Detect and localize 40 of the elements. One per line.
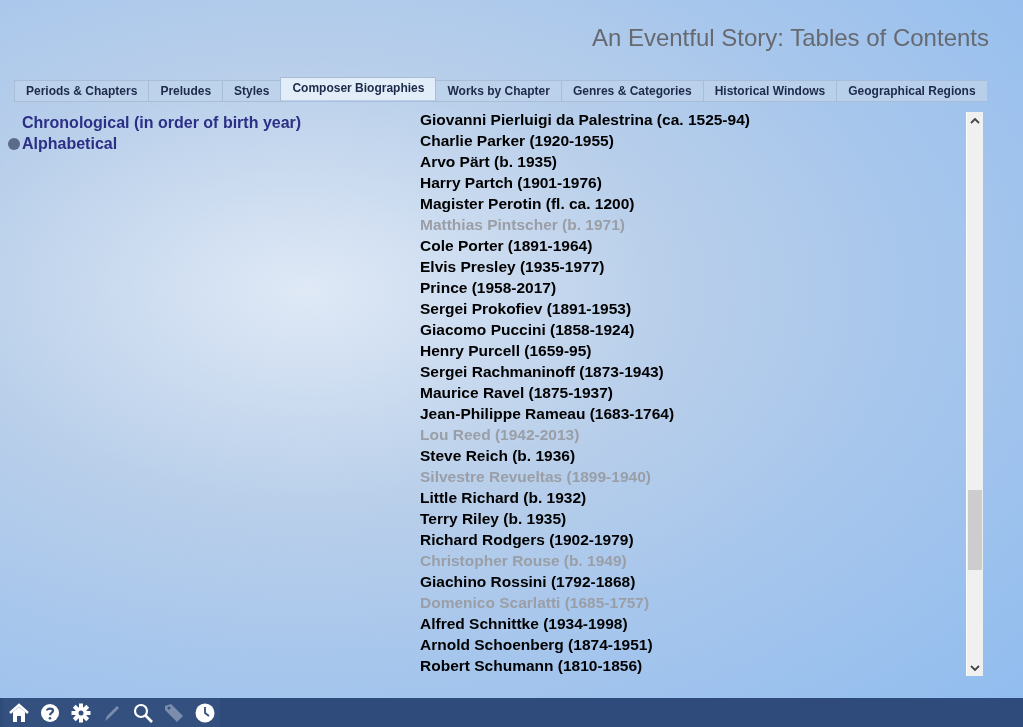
app-title: An Eventful Story: Tables of Contents	[591, 24, 989, 52]
tab[interactable]: Historical Windows	[702, 80, 838, 101]
scroll-thumb[interactable]	[968, 489, 982, 570]
composer-link[interactable]: Giovanni Pierluigi da Palestrina (ca. 1525-94)	[420, 109, 966, 130]
composer-link[interactable]: Cole Porter (1891-1964)	[420, 235, 966, 256]
composer-link[interactable]: Prince (1958-2017)	[420, 277, 966, 298]
composer-link[interactable]: Richard Rodgers (1902-1979)	[420, 529, 966, 550]
composer-link[interactable]: Giachino Rossini (1792-1868)	[420, 571, 966, 592]
composer-link[interactable]: Jean-Philippe Rameau (1683-1764)	[420, 403, 966, 424]
composer-link[interactable]: Little Richard (b. 1932)	[420, 487, 966, 508]
composer-link[interactable]: Robert Schumann (1810-1856)	[420, 655, 966, 676]
composer-link[interactable]: Steve Reich (b. 1936)	[420, 445, 966, 466]
tab[interactable]: Preludes	[148, 80, 224, 101]
composer-link[interactable]: Terry Riley (b. 1935)	[420, 508, 966, 529]
sort-option[interactable]: Alphabetical	[22, 134, 118, 153]
composer-link[interactable]: Magister Perotin (fl. ca. 1200)	[420, 193, 966, 214]
composer-link[interactable]: Charlie Parker (1920-1955)	[420, 130, 966, 151]
composer-link[interactable]: Henry Purcell (1659-95)	[420, 340, 966, 361]
home-icon[interactable]	[7, 701, 30, 724]
tab[interactable]: Geographical Regions	[836, 80, 988, 101]
composer-link[interactable]: Alfred Schnittke (1934-1998)	[420, 613, 966, 634]
composer-link[interactable]: Sergei Rachmaninoff (1873-1943)	[420, 361, 966, 382]
composer-link[interactable]: Harry Partch (1901-1976)	[420, 172, 966, 193]
composer-link[interactable]: Arnold Schoenberg (1874-1951)	[420, 634, 966, 655]
tab[interactable]: Composer Biographies	[280, 77, 437, 100]
settings-icon[interactable]	[69, 701, 92, 724]
scrollbar[interactable]	[966, 112, 983, 676]
help-icon[interactable]	[38, 701, 61, 724]
tab[interactable]: Works by Chapter	[435, 80, 562, 101]
search-icon[interactable]	[131, 701, 154, 724]
clock-icon[interactable]	[193, 701, 216, 724]
composer-link[interactable]: Arvo Pärt (b. 1935)	[420, 151, 966, 172]
sort-option[interactable]: Chronological (in order of birth year)	[22, 113, 302, 132]
composer-link[interactable]: Sergei Prokofiev (1891-1953)	[420, 298, 966, 319]
tab[interactable]: Genres & Categories	[560, 80, 704, 101]
tab[interactable]: Periods & Chapters	[14, 80, 150, 101]
composer-link[interactable]: Giacomo Puccini (1858-1924)	[420, 319, 966, 340]
composer-link[interactable]: Maurice Ravel (1875-1937)	[420, 382, 966, 403]
tab[interactable]: Styles	[222, 80, 282, 101]
composer-link[interactable]: Elvis Presley (1935-1977)	[420, 256, 966, 277]
